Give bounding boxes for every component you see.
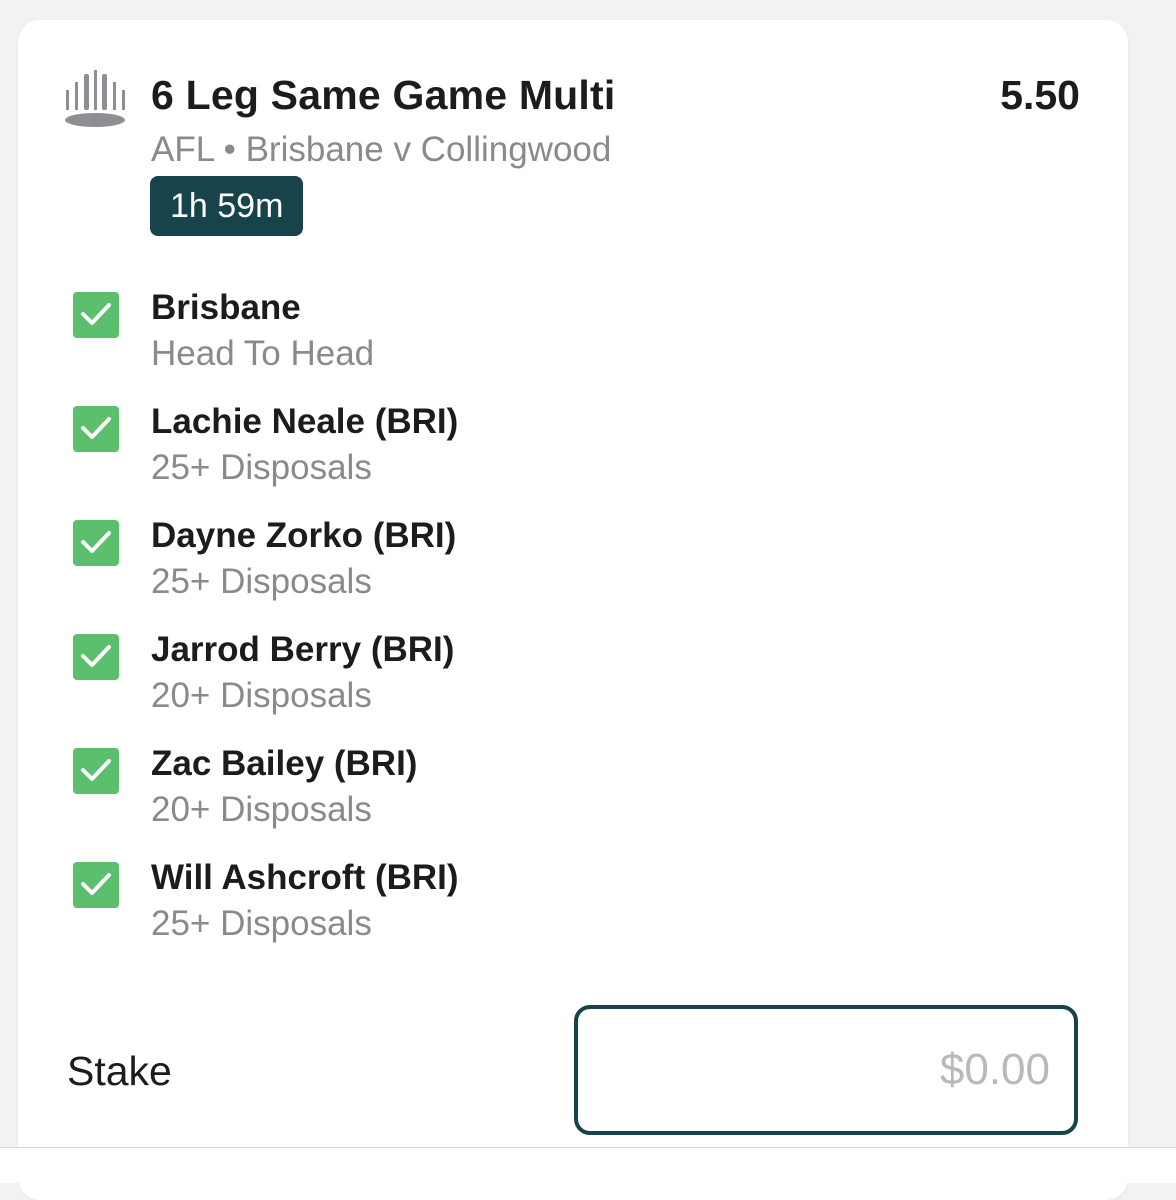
leg-checkbox[interactable] [73,634,119,680]
leg-selection: Jarrod Berry (BRI) [151,630,455,669]
leg-market: 25+ Disposals [151,904,372,943]
stake-input-wrapper [574,1005,1078,1135]
countdown-badge: 1h 59m [150,176,304,236]
leg-selection: Zac Bailey (BRI) [151,744,418,783]
leg-checkbox[interactable] [73,748,119,794]
list-item: Zac Bailey (BRI) 20+ Disposals [73,744,973,858]
leg-checkbox[interactable] [73,406,119,452]
leg-selection: Dayne Zorko (BRI) [151,516,457,555]
bottom-divider [0,1147,1176,1183]
checkmark-icon [81,417,111,439]
legs-list: Brisbane Head To Head Lachie Neale (BRI)… [73,288,973,972]
leg-selection: Brisbane [151,288,301,327]
list-item: Brisbane Head To Head [73,288,973,402]
leg-selection: Will Ashcroft (BRI) [151,858,459,897]
checkmark-icon [81,303,111,325]
leg-market: 25+ Disposals [151,562,372,601]
list-item: Jarrod Berry (BRI) 20+ Disposals [73,630,973,744]
stake-input[interactable] [578,1009,1074,1131]
leg-market: 20+ Disposals [151,676,372,715]
bet-card: 6 Leg Same Game Multi 5.50 AFL • Brisban… [18,20,1128,1200]
bet-odds: 5.50 [1000,72,1080,118]
checkmark-icon [81,873,111,895]
checkmark-icon [81,531,111,553]
checkmark-icon [81,645,111,667]
leg-market: 20+ Disposals [151,790,372,829]
leg-market: 25+ Disposals [151,448,372,487]
list-item: Dayne Zorko (BRI) 25+ Disposals [73,516,973,630]
leg-checkbox[interactable] [73,520,119,566]
leg-checkbox[interactable] [73,862,119,908]
leg-selection: Lachie Neale (BRI) [151,402,459,441]
stake-label: Stake [67,1048,172,1094]
list-item: Lachie Neale (BRI) 25+ Disposals [73,402,973,516]
stadium-icon [62,68,128,130]
leg-checkbox[interactable] [73,292,119,338]
event-subtitle: AFL • Brisbane v Collingwood [151,130,612,169]
leg-market: Head To Head [151,334,375,373]
list-item: Will Ashcroft (BRI) 25+ Disposals [73,858,973,972]
bet-title: 6 Leg Same Game Multi [151,72,616,118]
checkmark-icon [81,759,111,781]
